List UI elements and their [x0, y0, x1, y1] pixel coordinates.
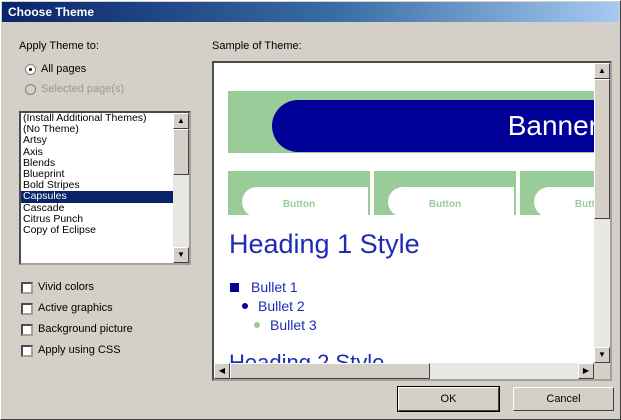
banner-shape: Banner — [272, 100, 598, 152]
nav-button: Button — [374, 171, 516, 217]
square-bullet-icon — [230, 283, 239, 292]
active-graphics-label[interactable]: Active graphics — [38, 302, 113, 314]
scroll-corner — [594, 363, 610, 379]
all-pages-radio[interactable] — [25, 64, 36, 75]
cancel-button[interactable]: Cancel — [513, 387, 614, 411]
preview-content: Banner Button Button Button Heading 1 St… — [228, 77, 598, 367]
nav-button: Button — [520, 171, 598, 217]
scroll-right-icon[interactable]: ▶ — [578, 363, 594, 379]
theme-list-item[interactable]: Copy of Eclipse — [21, 224, 173, 236]
scroll-thumb[interactable] — [173, 129, 189, 175]
round-bullet-icon — [242, 303, 248, 309]
theme-list-item[interactable]: Artsy — [21, 135, 173, 146]
title-bar: Choose Theme — [2, 2, 619, 22]
heading-1-sample: Heading 1 Style — [229, 229, 420, 259]
theme-list-item[interactable]: Cascade — [21, 202, 173, 214]
scroll-left-icon[interactable]: ◀ — [214, 363, 230, 379]
background-picture-checkbox[interactable] — [21, 324, 33, 336]
background-picture-label[interactable]: Background picture — [38, 323, 133, 335]
nav-button: Button — [228, 171, 370, 217]
scroll-down-icon[interactable]: ▼ — [594, 347, 610, 363]
choose-theme-dialog: Choose Theme Apply Theme to: All pages S… — [0, 0, 621, 420]
banner-text: Banner — [507, 110, 598, 141]
bullet-3: Bullet 3 — [254, 317, 317, 333]
apply-using-css-label[interactable]: Apply using CSS — [38, 344, 121, 356]
nav-button-label: Button — [574, 199, 598, 210]
vivid-colors-checkbox[interactable] — [21, 282, 33, 294]
all-pages-label[interactable]: All pages — [41, 63, 86, 75]
scroll-up-icon[interactable]: ▲ — [594, 63, 610, 79]
banner-band: Banner — [228, 91, 598, 153]
scroll-up-icon[interactable]: ▲ — [173, 113, 189, 129]
vivid-colors-label[interactable]: Vivid colors — [38, 281, 94, 293]
theme-list-scrollbar[interactable]: ▲ ▼ — [173, 113, 189, 263]
bullet-2: Bullet 2 — [242, 298, 305, 314]
theme-preview-pane: Banner Button Button Button Heading 1 St… — [212, 61, 612, 381]
selected-pages-radio — [25, 84, 36, 95]
theme-listbox[interactable]: (Install Additional Themes) (No Theme) A… — [19, 111, 191, 265]
bullet-1: Bullet 1 — [230, 279, 298, 295]
selected-pages-label: Selected page(s) — [41, 83, 125, 95]
preview-hscrollbar[interactable]: ◀ ▶ — [214, 363, 594, 379]
active-graphics-checkbox[interactable] — [21, 303, 33, 315]
scroll-thumb[interactable] — [230, 363, 430, 379]
scroll-down-icon[interactable]: ▼ — [173, 247, 189, 263]
apply-theme-label: Apply Theme to: — [19, 40, 99, 52]
window-title: Choose Theme — [8, 5, 95, 19]
theme-list-item-selected[interactable]: Capsules — [21, 191, 173, 203]
ok-button[interactable]: OK — [397, 386, 500, 412]
scroll-thumb[interactable] — [594, 79, 610, 219]
round-bullet-icon — [254, 322, 260, 328]
preview-vscrollbar[interactable]: ▲ ▼ — [594, 63, 610, 363]
sample-theme-label: Sample of Theme: — [212, 40, 302, 52]
nav-button-label: Button — [428, 199, 462, 210]
nav-button-label: Button — [282, 199, 316, 210]
apply-using-css-checkbox[interactable] — [21, 345, 33, 357]
